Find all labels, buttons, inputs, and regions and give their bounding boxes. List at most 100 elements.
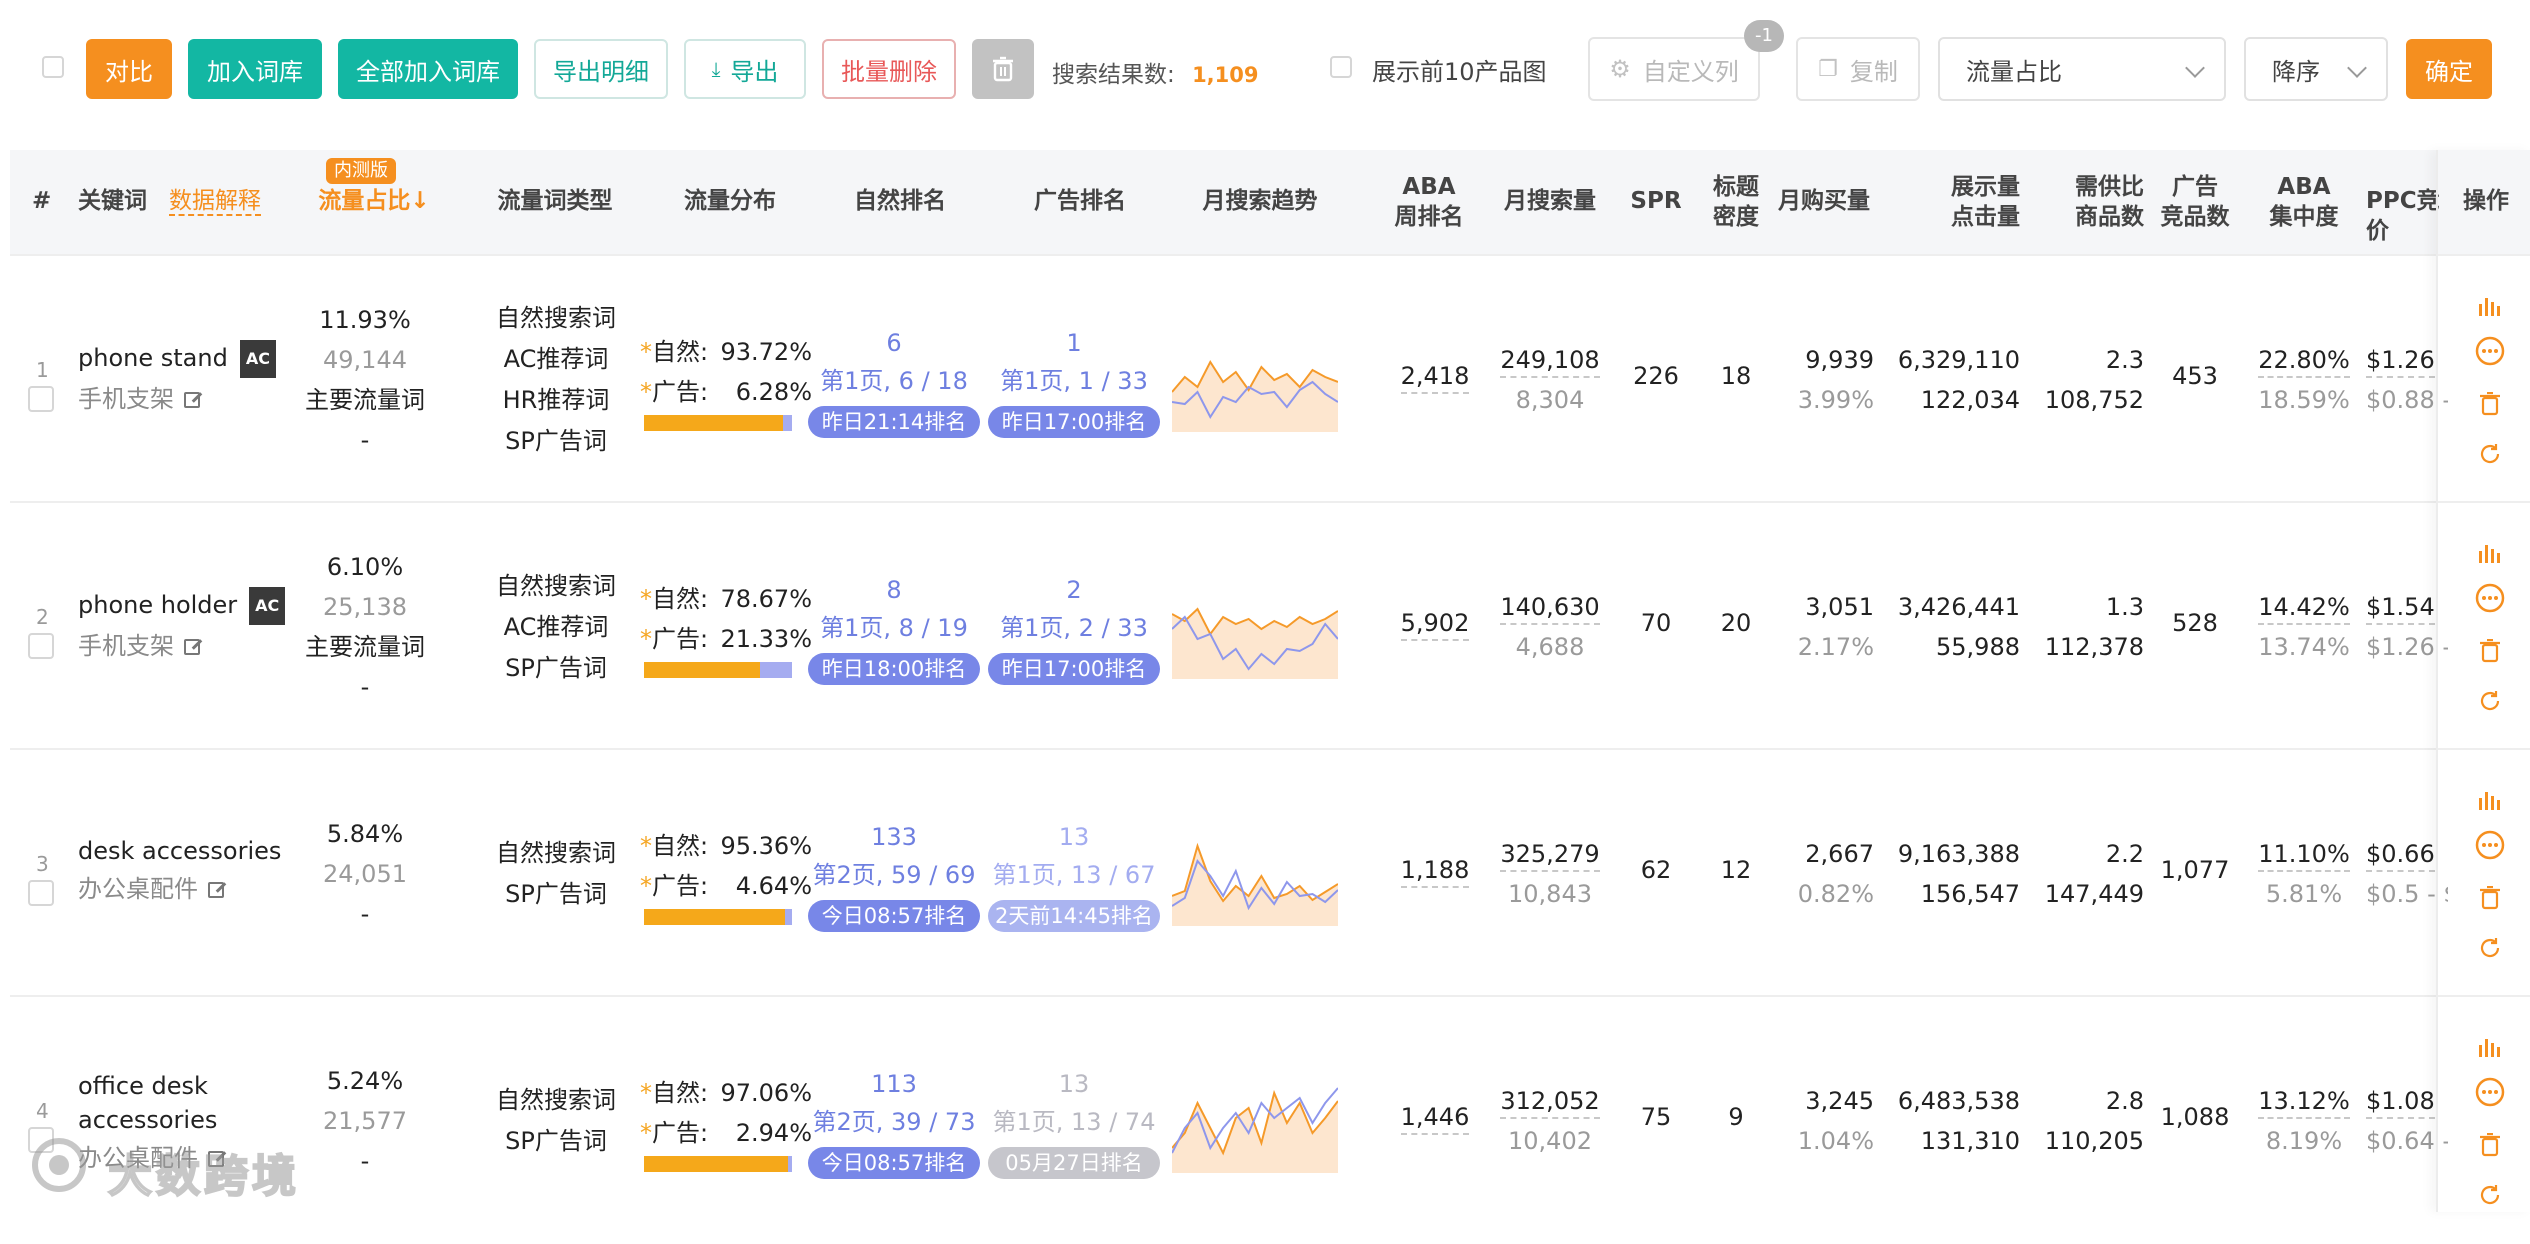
col-ad-rank: 广告排名 (1034, 188, 1126, 214)
trend-sparkline[interactable] (1171, 579, 1339, 679)
col-monthly-purchase: 月购买量 (1778, 188, 1870, 214)
monthly-search-value[interactable]: 312,052 (1500, 1087, 1600, 1119)
table-row[interactable]: 4 office desk accessories 办公桌配件 5.24% 21… (10, 995, 2530, 1244)
keyword-cell[interactable]: desk accessories 办公桌配件 (78, 834, 281, 906)
monthly-search-value[interactable]: 140,630 (1500, 593, 1600, 625)
ad-competitors-cell: 453 (2172, 362, 2218, 390)
add-to-library-button[interactable]: 加入词库 (188, 39, 322, 99)
monthly-trend-cell[interactable] (1171, 579, 1339, 683)
aba-concentration-value[interactable]: 11.10% (2258, 840, 2350, 872)
aba-concentration-value[interactable]: 22.80% (2258, 346, 2350, 378)
ad-rank-page: 第1页, 13 / 74 (992, 1108, 1156, 1136)
monthly-trend-cell[interactable] (1171, 1073, 1339, 1177)
edit-icon[interactable] (184, 392, 200, 408)
col-aba-conc-l1: ABA (2277, 174, 2331, 200)
add-all-to-library-button[interactable]: 全部加入词库 (338, 39, 518, 99)
ad-rank-page: 第1页, 13 / 67 (992, 861, 1156, 889)
delete-icon-button[interactable] (972, 39, 1034, 99)
confirm-button[interactable]: 确定 (2406, 39, 2492, 99)
watermark-text: 大数跨境 (107, 1150, 300, 1203)
aba-concentration-value[interactable]: 13.12% (2258, 1087, 2350, 1119)
ad-competitors-cell: 528 (2172, 609, 2218, 637)
batch-delete-button[interactable]: 批量删除 (822, 39, 956, 99)
ad-rank-cell[interactable]: 2 第1页, 2 / 33 (986, 571, 1162, 647)
col-traffic-share[interactable]: 流量占比↓ (314, 186, 434, 216)
ad-rank-cell[interactable]: 13 第1页, 13 / 67 (986, 818, 1162, 894)
monthly-purchase-cell: 2,667 0.82% (1754, 834, 1874, 914)
monthly-search-value[interactable]: 249,108 (1500, 346, 1600, 378)
table-row[interactable]: 3 desk accessories 办公桌配件 5.84% 24,051 - … (10, 748, 2530, 997)
aba-rank-cell: 2,418 (1380, 362, 1490, 394)
keyword-cell[interactable]: phone holder AC 手机支架 (78, 587, 286, 663)
copy-button[interactable]: ❐ 复制 (1796, 37, 1920, 101)
trend-sparkline[interactable] (1171, 826, 1339, 926)
sort-field-select[interactable]: 流量占比 (1938, 37, 2226, 101)
show-top10-checkbox[interactable] (1330, 56, 1352, 78)
supply-demand-value: 2.8 (2105, 1087, 2144, 1115)
col-aba-concentration: ABA 集中度 (2244, 172, 2364, 232)
table-row[interactable]: 1 phone stand AC 手机支架 11.93% 49,144 主要流量词… (10, 254, 2530, 503)
edit-icon[interactable] (208, 882, 224, 898)
ad-competitors-cell: 1,077 (2160, 856, 2230, 884)
compare-button[interactable]: 对比 (86, 39, 172, 99)
table-row[interactable]: 2 phone holder AC 手机支架 6.10% 25,138 主要流量词… (10, 501, 2530, 750)
aba-rank-value[interactable]: 5,902 (1400, 609, 1470, 641)
trend-sparkline[interactable] (1171, 1073, 1339, 1173)
select-all-checkbox[interactable] (42, 56, 64, 78)
keyword-text[interactable]: office desk (78, 1072, 208, 1100)
copy-label: 复制 (1849, 57, 1898, 86)
organic-rank-cell[interactable]: 8 第1页, 8 / 19 (806, 571, 982, 647)
ppc-value[interactable]: $1.26 (2366, 346, 2435, 378)
col-keyword[interactable]: 关键词 数据解释 (78, 186, 262, 216)
monthly-trend-cell[interactable] (1171, 826, 1339, 930)
organic-label: 自然: (652, 338, 709, 366)
row-checkbox[interactable] (28, 633, 54, 659)
custom-columns-button[interactable]: ⚙ 自定义列 (1588, 37, 1760, 101)
trend-sparkline[interactable] (1171, 332, 1339, 432)
edit-icon[interactable] (184, 639, 200, 655)
ppc-value[interactable]: $0.66 (2366, 840, 2435, 872)
aba-rank-value[interactable]: 2,418 (1400, 362, 1470, 394)
aba-concentration-cell: 13.12% 8.19% (2244, 1081, 2364, 1161)
ad-rank-cell[interactable]: 1 第1页, 1 / 33 (986, 324, 1162, 400)
col-spr: SPR (1630, 188, 1682, 214)
monthly-search-value[interactable]: 325,279 (1500, 840, 1600, 872)
col-aba-conc-l2: 集中度 (2269, 204, 2339, 230)
keyword-text[interactable]: desk accessories (78, 837, 281, 865)
organic-rank-cell[interactable]: 6 第1页, 6 / 18 (806, 324, 982, 400)
ad-rank-time-badge: 昨日17:00排名 (988, 406, 1160, 438)
col-supply-demand-l1: 需供比 (2075, 174, 2144, 200)
export-detail-button[interactable]: 导出明细 (534, 39, 668, 99)
monthly-purchase-value: 9,939 (1805, 346, 1874, 374)
aba-rank-value[interactable]: 1,188 (1400, 856, 1470, 888)
aba-rank-value[interactable]: 1,446 (1400, 1103, 1470, 1135)
monthly-search-cell: 249,108 8,304 (1480, 340, 1620, 420)
purchase-rate: 1.04% (1797, 1127, 1874, 1155)
keyword-cell[interactable]: phone stand AC 手机支架 (78, 340, 276, 416)
keyword-translation: 办公桌配件 (78, 875, 198, 903)
aba-concentration-cell: 11.10% 5.81% (2244, 834, 2364, 914)
ppc-value[interactable]: $1.54 (2366, 593, 2435, 625)
col-impressions-l2: 点击量 (1951, 204, 2020, 230)
export-button[interactable]: ⤓ 导出 (684, 39, 806, 99)
clicks-value: 156,547 (1920, 880, 2020, 908)
impressions-cell: 6,483,538 131,310 (1890, 1081, 2020, 1161)
supply-demand-cell: 2.2 147,449 (2024, 834, 2144, 914)
keyword-text[interactable]: phone stand (78, 344, 228, 372)
keyword-text[interactable]: phone holder (78, 591, 237, 619)
organic-rank-cell[interactable]: 113 第2页, 39 / 73 (806, 1065, 982, 1141)
monthly-trend-cell[interactable] (1171, 332, 1339, 436)
row-checkbox[interactable] (28, 386, 54, 412)
col-ad-competitors: 广告 竞品数 (2140, 172, 2250, 232)
ppc-value[interactable]: $1.08 (2366, 1087, 2435, 1119)
sort-order-select[interactable]: 降序 (2244, 37, 2388, 101)
organic-pct: 97.06% (720, 1079, 812, 1107)
aba-concentration-value[interactable]: 14.42% (2258, 593, 2350, 625)
data-explain-link[interactable]: 数据解释 (169, 188, 262, 216)
purchase-rate: 2.17% (1797, 633, 1874, 661)
row-checkbox[interactable] (28, 880, 54, 906)
col-monthly-search: 月搜索量 (1504, 188, 1596, 214)
ad-rank-cell[interactable]: 13 第1页, 13 / 74 (986, 1065, 1162, 1141)
ad-competitors-cell: 1,088 (2160, 1103, 2230, 1131)
organic-rank-cell[interactable]: 133 第2页, 59 / 69 (806, 818, 982, 894)
